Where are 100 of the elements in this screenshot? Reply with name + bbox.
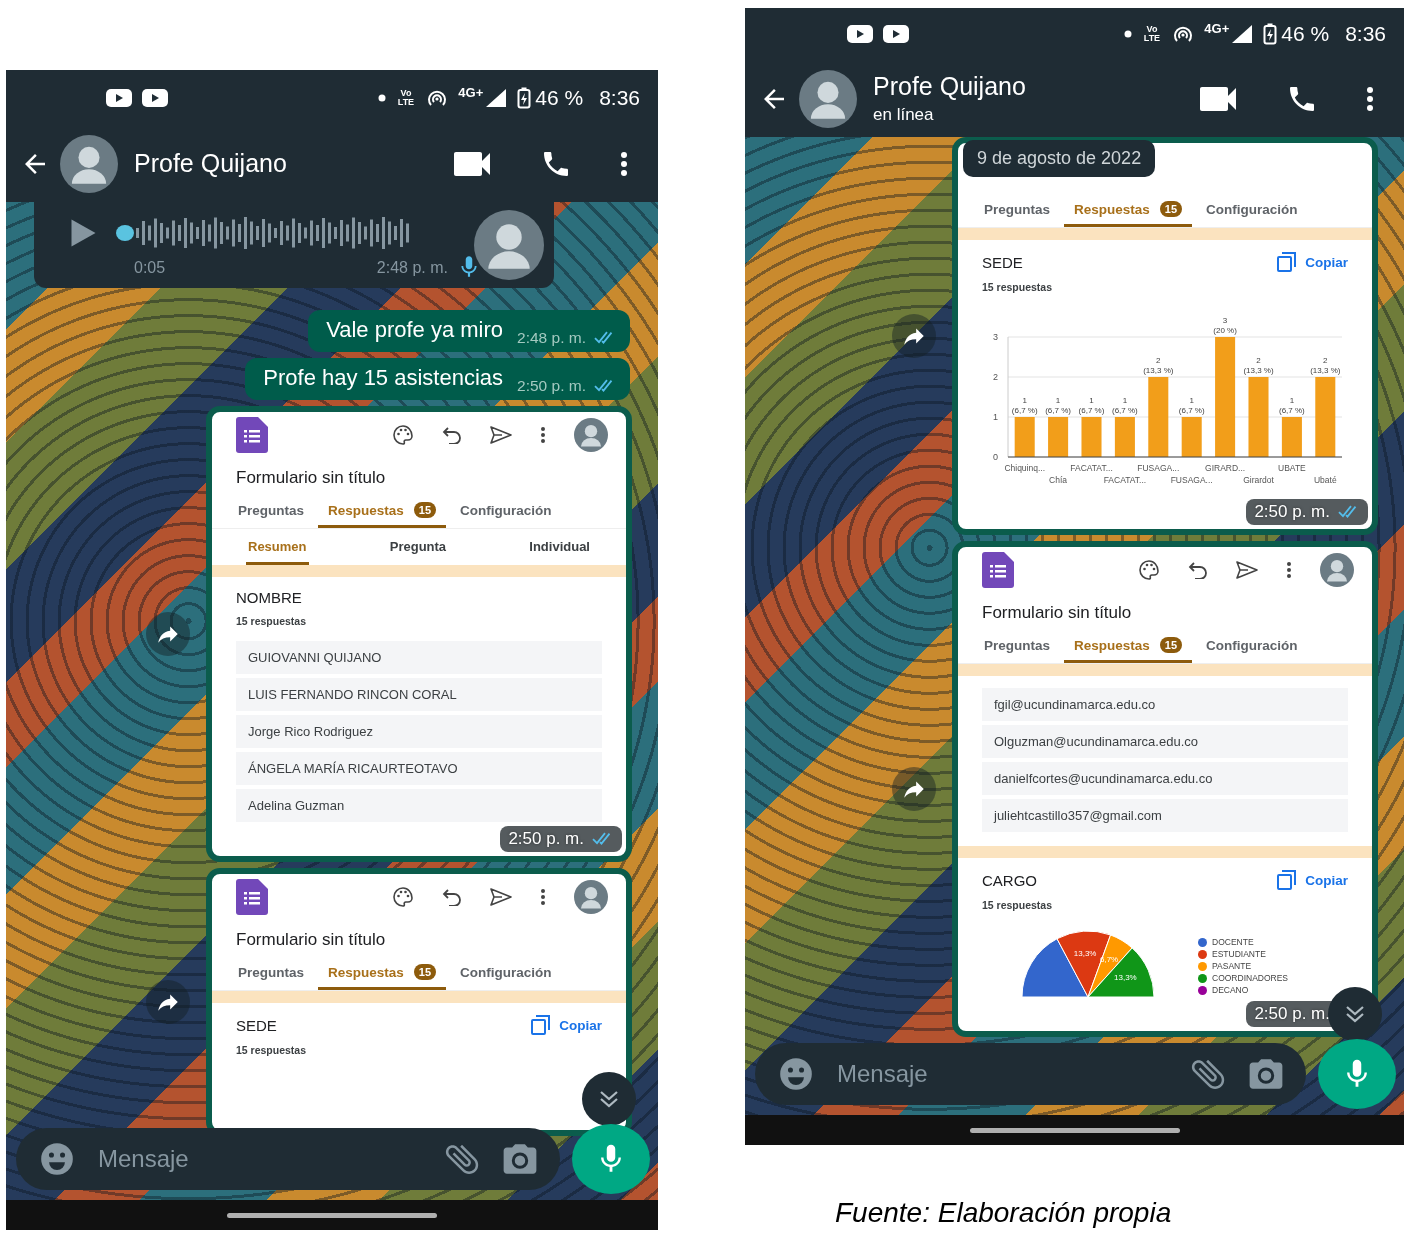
forms-app-icon <box>982 552 1014 588</box>
account-avatar <box>574 880 608 914</box>
more-options-icon[interactable] <box>540 888 546 906</box>
count-badge: 15 <box>1159 637 1183 653</box>
response-item: Jorge Rico Rodriguez <box>236 715 602 748</box>
response-count: 15 respuestas <box>236 1044 308 1056</box>
response-item: ÁNGELA MARÍA RICAURTEOTAVO <box>236 752 602 785</box>
copy-icon <box>1277 252 1298 272</box>
voice-duration: 0:05 <box>134 259 166 277</box>
category-label: Girardot <box>1243 475 1274 485</box>
copy-button[interactable]: Copiar <box>1277 870 1348 890</box>
response-item: LUIS FERNANDO RINCON CORAL <box>236 678 602 711</box>
chart-bar <box>1014 417 1035 457</box>
slice-label: 13,3% <box>1114 973 1137 983</box>
bar-value-label: 1 (6,7 %) <box>1112 396 1138 415</box>
message-composer[interactable]: Mensaje <box>755 1043 1306 1105</box>
forms-app-icon <box>236 879 268 915</box>
network-type: 4G+ <box>1204 21 1230 36</box>
battery-icon <box>1263 23 1278 45</box>
contact-name[interactable]: Profe Quijano <box>873 72 1026 101</box>
undo-icon[interactable] <box>442 426 462 444</box>
volte-indicator: Vo LTE <box>1142 25 1162 43</box>
tab[interactable]: Preguntas <box>974 195 1061 227</box>
chart-bar <box>1281 417 1302 457</box>
message-time: 2:48 p. m. <box>517 329 586 347</box>
emoji-icon[interactable] <box>38 1140 76 1178</box>
voice-record-button[interactable] <box>1318 1039 1396 1109</box>
network-type: 4G+ <box>458 84 484 100</box>
home-indicator[interactable] <box>969 1127 1180 1133</box>
tab[interactable]: Preguntas <box>228 958 315 990</box>
image-message[interactable]: Formulario sin título Preguntas Respuestas 15 Configuración SEDE Copiar 15 respuestas <box>206 868 632 1136</box>
tab[interactable]: Configuración <box>1196 195 1308 227</box>
send-icon[interactable] <box>490 426 512 444</box>
copy-button[interactable]: Copiar <box>531 1015 602 1035</box>
video-play-icon <box>847 25 873 43</box>
category-label: Ubaté <box>1313 475 1337 485</box>
message-time: 2:50 p. m. <box>1254 502 1330 522</box>
battery-level: 46 % <box>535 85 584 110</box>
response-count: 15 respuestas <box>982 899 1054 911</box>
palette-icon[interactable] <box>392 424 414 446</box>
send-icon[interactable] <box>490 888 512 906</box>
legend-label: COORDINADORES <box>1212 973 1289 983</box>
home-indicator[interactable] <box>227 1212 437 1218</box>
bar-value-label: 3 (20 %) <box>1213 316 1237 335</box>
sender-avatar <box>474 210 544 280</box>
voice-record-button[interactable] <box>572 1124 650 1194</box>
subtab[interactable]: Pregunta <box>387 529 449 565</box>
response-item: fgil@ucundinamarca.edu.co <box>982 688 1348 721</box>
axis-tick-label: 3 <box>993 332 998 342</box>
tab[interactable]: Preguntas <box>974 631 1061 663</box>
tab[interactable]: Configuración <box>450 496 562 528</box>
category-label: FACATAT... <box>1103 475 1147 485</box>
tab[interactable]: Respuestas 15 <box>318 496 447 528</box>
image-message[interactable] <box>952 541 1378 1037</box>
count-badge: 15 <box>1159 201 1183 217</box>
more-options-icon[interactable] <box>1366 85 1374 112</box>
tab[interactable]: Configuración <box>450 958 562 990</box>
forward-button[interactable] <box>146 980 190 1024</box>
response-count: 15 respuestas <box>236 615 308 627</box>
message-input[interactable]: Mensaje <box>94 1145 424 1173</box>
question-title: NOMBRE <box>236 589 302 606</box>
category-label: FUSAGA... <box>1137 463 1180 473</box>
message-time: 2:48 p. m. <box>376 259 448 277</box>
contact-name[interactable]: Profe Quijano <box>134 149 287 178</box>
copy-button[interactable]: Copiar <box>1277 252 1348 272</box>
more-options-icon[interactable] <box>620 150 628 177</box>
bar-value-label: 2 (13,3 %) <box>1310 356 1341 375</box>
message-time: 2:50 p. m. <box>517 377 586 395</box>
message-input[interactable]: Mensaje <box>833 1060 1170 1088</box>
subtab[interactable]: Individual <box>527 529 592 565</box>
question-title: CARGO <box>982 871 1037 889</box>
emoji-icon[interactable] <box>777 1055 815 1093</box>
message-text: Profe hay 15 asistencias <box>263 365 504 391</box>
image-message[interactable] <box>952 137 1378 535</box>
send-icon[interactable] <box>1236 561 1258 579</box>
category-label: Chía <box>1049 475 1068 485</box>
message-text: Vale profe ya miro <box>326 317 504 343</box>
message-composer[interactable]: Mensaje <box>16 1128 560 1190</box>
double-chevron-down-icon <box>1344 1004 1366 1024</box>
hotspot-icon <box>1172 24 1195 44</box>
chart-bar <box>1114 417 1135 457</box>
undo-icon[interactable] <box>1188 561 1208 579</box>
tab[interactable]: Preguntas <box>228 496 315 528</box>
more-options-icon[interactable] <box>1286 561 1292 579</box>
forward-button[interactable] <box>146 612 190 656</box>
bar-value-label: 1 (6,7 %) <box>1045 396 1071 415</box>
forward-button[interactable] <box>892 767 936 811</box>
forward-button[interactable] <box>892 314 936 358</box>
undo-icon[interactable] <box>442 888 462 906</box>
palette-icon[interactable] <box>392 886 414 908</box>
image-message[interactable] <box>206 406 632 862</box>
bar-value-label: 1 (6,7 %) <box>1011 396 1038 415</box>
response-item: juliehtcastillo357@gmail.com <box>982 799 1348 832</box>
more-options-icon[interactable] <box>540 426 546 444</box>
palette-icon[interactable] <box>1138 559 1160 581</box>
notification-dot-icon <box>1123 30 1132 38</box>
count-badge: 15 <box>413 502 437 518</box>
playback-dot-icon <box>116 225 134 241</box>
tab[interactable]: Configuración <box>1196 631 1308 663</box>
count-badge: 15 <box>413 964 437 980</box>
